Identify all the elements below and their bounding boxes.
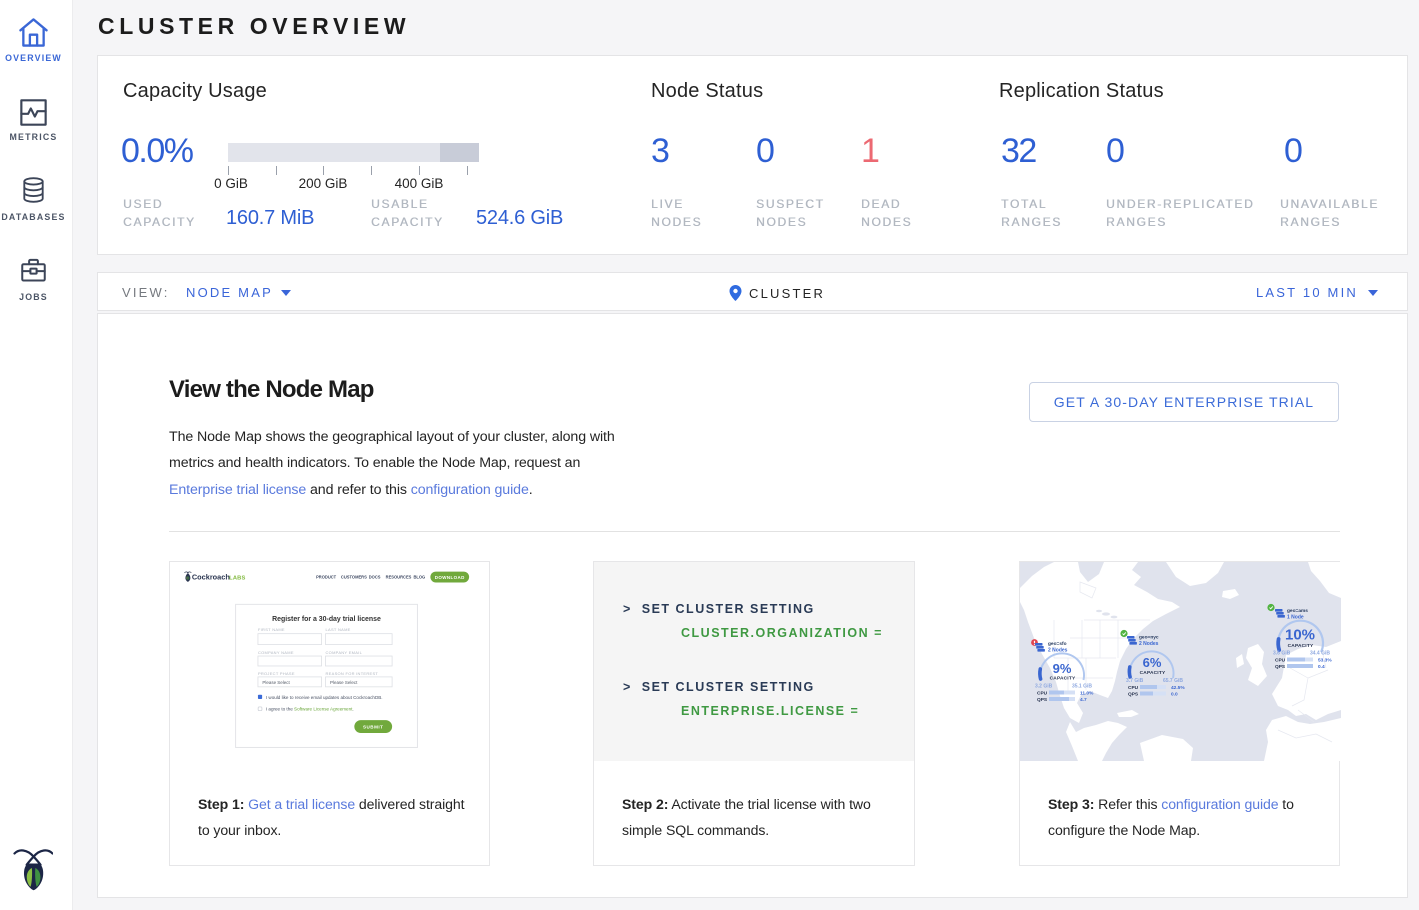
svg-text:3.6 GiB: 3.6 GiB — [1273, 651, 1291, 657]
svg-text:Register for a 30-day trial li: Register for a 30-day trial license — [272, 616, 381, 623]
svg-text:SUBMIT: SUBMIT — [363, 724, 383, 729]
svg-text:CPU: CPU — [1128, 685, 1139, 691]
svg-text:Please Select: Please Select — [262, 680, 290, 685]
svg-text:PROJECT PHASE: PROJECT PHASE — [258, 671, 295, 676]
svg-text:QPS: QPS — [1128, 692, 1139, 698]
svg-text:0.0: 0.0 — [1171, 692, 1178, 698]
svg-text:3.2 GiB: 3.2 GiB — [1035, 684, 1053, 690]
svg-text:FIRST NAME: FIRST NAME — [258, 627, 285, 632]
svg-text:CPU: CPU — [1037, 691, 1048, 697]
svg-text:RESOURCES: RESOURCES — [386, 575, 412, 580]
svg-text:I would like to receive email: I would like to receive email updates ab… — [266, 695, 383, 700]
svg-text:65.7 GiB: 65.7 GiB — [1163, 678, 1183, 684]
svg-text:CPU: CPU — [1275, 658, 1286, 664]
svg-text:35.1 GiB: 35.1 GiB — [1072, 684, 1092, 690]
svg-text:4.7: 4.7 — [1080, 697, 1087, 703]
svg-text:LAST NAME: LAST NAME — [326, 627, 351, 632]
svg-text:0.4: 0.4 — [1318, 664, 1325, 670]
svg-text:REASON FOR INTEREST: REASON FOR INTEREST — [326, 671, 379, 676]
svg-text:11.0%: 11.0% — [1080, 691, 1094, 697]
svg-text:Cockroach: Cockroach — [192, 573, 230, 582]
svg-text:COMPANY EMAIL: COMPANY EMAIL — [326, 650, 363, 655]
svg-text:QPS: QPS — [1275, 664, 1286, 670]
svg-text:6%: 6% — [1143, 655, 1162, 670]
svg-text:CAPACITY: CAPACITY — [1050, 676, 1076, 682]
svg-text:PRODUCT: PRODUCT — [316, 575, 337, 580]
svg-text:LABS: LABS — [229, 576, 245, 582]
svg-text:CAPACITY: CAPACITY — [1140, 670, 1166, 676]
svg-text:I agree to the Software Licens: I agree to the Software License Agreemen… — [266, 707, 354, 712]
svg-text:10%: 10% — [1285, 627, 1315, 644]
svg-text:geo=sfo: geo=sfo — [1048, 641, 1067, 647]
svg-text:geo=nyc: geo=nyc — [1139, 636, 1159, 641]
svg-text:QPS: QPS — [1037, 697, 1048, 703]
svg-text:9%: 9% — [1053, 661, 1072, 676]
svg-text:BLOG: BLOG — [413, 575, 425, 580]
svg-text:CAPACITY: CAPACITY — [1288, 643, 1314, 649]
svg-text:Please Select: Please Select — [330, 680, 358, 685]
svg-text:34.4 GiB: 34.4 GiB — [1310, 651, 1330, 657]
svg-text:COMPANY NAME: COMPANY NAME — [258, 650, 294, 655]
svg-text:3.7 GiB: 3.7 GiB — [1126, 678, 1144, 684]
svg-text:2 Nodes: 2 Nodes — [1139, 641, 1159, 647]
svg-text:geo=ams: geo=ams — [1287, 609, 1308, 614]
svg-text:CUSTOMERS: CUSTOMERS — [341, 575, 367, 580]
svg-text:DOWNLOAD: DOWNLOAD — [435, 575, 465, 580]
svg-text:DOCS: DOCS — [369, 575, 381, 580]
svg-text:53.3%: 53.3% — [1318, 658, 1332, 664]
svg-text:42.5%: 42.5% — [1171, 685, 1185, 691]
